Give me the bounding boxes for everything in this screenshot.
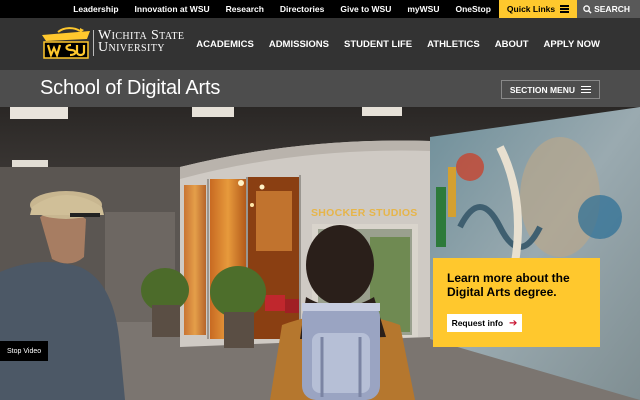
hamburger-icon — [560, 4, 570, 15]
util-link-innovation[interactable]: Innovation at WSU — [127, 0, 218, 18]
arrow-right-icon: ➔ — [509, 317, 518, 329]
search-label: SEARCH — [594, 4, 630, 14]
util-link-onestop[interactable]: OneStop — [447, 0, 498, 18]
utility-bar: Leadership Innovation at WSU Research Di… — [0, 0, 640, 18]
request-info-label: Request info — [451, 318, 504, 328]
section-menu-label: SECTION MENU — [509, 84, 575, 95]
search-icon — [583, 4, 592, 14]
search-button[interactable]: SEARCH — [577, 0, 640, 18]
studio-sign-text: SHOCKER STUDIOS — [311, 207, 418, 219]
main-header: Wichita State University ACADEMICS ADMIS… — [0, 18, 640, 70]
util-link-give[interactable]: Give to WSU — [332, 0, 399, 18]
logo-divider — [93, 30, 94, 56]
util-link-directories[interactable]: Directories — [272, 0, 332, 18]
util-link-mywsu[interactable]: myWSU — [399, 0, 447, 18]
hero-scene-image: SHOCKER STUDIOS — [0, 107, 640, 400]
nav-admissions[interactable]: ADMISSIONS — [269, 39, 329, 50]
main-nav: ACADEMICS ADMISSIONS STUDENT LIFE ATHLET… — [181, 18, 600, 70]
nav-about[interactable]: ABOUT — [495, 39, 529, 50]
page-title: School of Digital Arts — [40, 77, 221, 99]
section-menu-button[interactable]: SECTION MENU — [500, 80, 600, 99]
request-info-button[interactable]: Request info ➔ — [447, 314, 522, 332]
nav-student-life[interactable]: STUDENT LIFE — [344, 39, 412, 50]
quick-links-button[interactable]: Quick Links — [498, 0, 578, 18]
university-name-line2: University — [98, 40, 165, 55]
nav-athletics[interactable]: ATHLETICS — [427, 39, 480, 50]
util-link-leadership[interactable]: Leadership — [65, 0, 126, 18]
hero-video[interactable]: SHOCKER STUDIOS Learn more about the Dig… — [0, 107, 640, 400]
hamburger-icon — [581, 84, 591, 95]
util-link-research[interactable]: Research — [218, 0, 272, 18]
section-bar: School of Digital Arts SECTION MENU — [0, 70, 640, 107]
cta-card: Learn more about the Digital Arts degree… — [433, 258, 600, 347]
university-name[interactable]: Wichita State University — [93, 29, 184, 56]
stop-video-label: Stop Video — [7, 347, 42, 355]
nav-academics[interactable]: ACADEMICS — [196, 39, 254, 50]
stop-video-button[interactable]: Stop Video — [0, 341, 49, 361]
nav-apply-now[interactable]: APPLY NOW — [544, 39, 601, 50]
cta-heading: Learn more about the Digital Arts degree… — [447, 271, 570, 299]
quick-links-label: Quick Links — [506, 4, 556, 14]
wsu-logo-icon[interactable] — [40, 27, 92, 61]
